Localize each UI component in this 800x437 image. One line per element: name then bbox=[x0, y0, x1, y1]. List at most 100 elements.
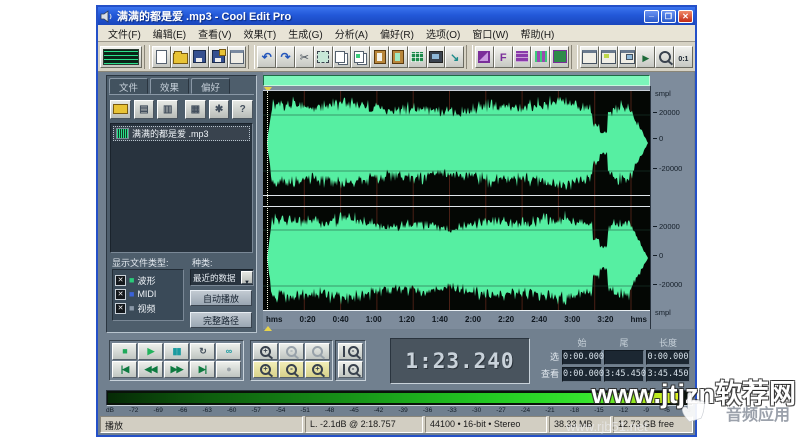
amplitude-ruler[interactable]: smpl 20000 0 -20000 20000 0 -20000 smpl bbox=[650, 86, 694, 329]
record-button[interactable]: ● bbox=[216, 361, 241, 378]
open-file-button[interactable] bbox=[171, 45, 191, 68]
zoom-to-selection-left-button[interactable]: - bbox=[338, 343, 363, 360]
time-window-button[interactable] bbox=[674, 45, 693, 68]
full-paths-button[interactable]: 完整路径 bbox=[190, 312, 252, 328]
time-ruler[interactable]: hms 0:20 0:40 1:00 1:20 1:40 2:00 2:20 2:40 3:00 3… bbox=[263, 310, 650, 327]
zoom-out-horizontal-button[interactable]: - bbox=[279, 361, 304, 378]
cut-button[interactable] bbox=[294, 45, 314, 68]
zoom-vertical-button[interactable]: + bbox=[305, 361, 330, 378]
file-type-label: 波形 bbox=[137, 275, 156, 286]
info-window-button[interactable] bbox=[617, 45, 637, 68]
stop-button[interactable]: ■ bbox=[112, 343, 137, 360]
save-file-button[interactable] bbox=[190, 45, 209, 68]
effects-rack-button[interactable] bbox=[475, 45, 494, 68]
save-icon bbox=[192, 50, 206, 63]
menu-item[interactable]: 文件(F) bbox=[102, 26, 147, 41]
amp-unit-top: smpl bbox=[655, 89, 671, 98]
cd-player-window-button[interactable] bbox=[580, 45, 599, 68]
menu-item[interactable]: 偏好(R) bbox=[374, 26, 420, 41]
organizer-tabs: 文件 效果 偏好 bbox=[109, 78, 254, 95]
insert-into-multitrack[interactable]: ▥ bbox=[157, 99, 179, 119]
time-display[interactable]: 1:23.240 bbox=[390, 338, 530, 384]
trim-button[interactable] bbox=[313, 45, 333, 68]
envelope-effect-button[interactable] bbox=[512, 45, 532, 68]
menu-item[interactable]: 效果(T) bbox=[237, 26, 282, 41]
amp-label: -20000 bbox=[655, 280, 682, 289]
sort-dropdown-arrow[interactable] bbox=[241, 271, 253, 284]
file-type-label: MIDI bbox=[137, 289, 157, 299]
time-ruler-label: 1:00 bbox=[365, 314, 382, 324]
sel-end-field[interactable] bbox=[604, 350, 644, 365]
normalize-button[interactable] bbox=[445, 45, 465, 68]
redo-button[interactable] bbox=[276, 45, 295, 68]
open-file[interactable] bbox=[110, 99, 131, 119]
sel-length-field[interactable]: 0:00.000 bbox=[646, 350, 690, 365]
mix-paste-button[interactable] bbox=[388, 45, 408, 68]
menu-item[interactable]: 编辑(E) bbox=[147, 26, 192, 41]
organizer-tab[interactable]: 效果 bbox=[150, 78, 190, 94]
rewind-button[interactable]: ◀◀ bbox=[138, 361, 163, 378]
menu-item[interactable]: 分析(A) bbox=[329, 26, 374, 41]
paste-button[interactable] bbox=[370, 45, 389, 68]
file-list-item[interactable]: 满满的都是爱 .mp3 bbox=[113, 126, 250, 141]
waveform-multitrack-toggle-button[interactable] bbox=[100, 45, 142, 68]
sel-begin-field[interactable]: 0:00.000 bbox=[562, 350, 604, 365]
zoom-full-button[interactable] bbox=[305, 343, 330, 360]
zoom-in-button[interactable]: + bbox=[253, 343, 278, 360]
playback-cursor[interactable] bbox=[267, 91, 268, 311]
file-options[interactable]: ✱ bbox=[208, 99, 230, 119]
organizer-tab[interactable]: 文件 bbox=[109, 78, 149, 94]
time-ruler-label: 2:40 bbox=[531, 314, 548, 324]
go-to-end-button[interactable]: ▶| bbox=[190, 361, 215, 378]
waveform-display[interactable] bbox=[263, 90, 650, 311]
speaker-app-icon bbox=[100, 9, 114, 23]
go-to-start-button[interactable]: |◀ bbox=[112, 361, 137, 378]
undo-button[interactable] bbox=[257, 45, 277, 68]
help[interactable]: ? bbox=[232, 99, 254, 119]
file-list[interactable]: 满满的都是爱 .mp3 bbox=[110, 123, 253, 253]
noise-reduction-button[interactable] bbox=[531, 45, 551, 68]
window-title: 满满的都是爱 .mp3 - Cool Edit Pro bbox=[117, 11, 292, 23]
copy-button[interactable] bbox=[332, 45, 352, 68]
mixer-window-button[interactable] bbox=[598, 45, 618, 68]
menu-item[interactable]: 帮助(H) bbox=[515, 26, 561, 41]
fast-forward-button[interactable]: ▶▶ bbox=[164, 361, 189, 378]
sort-dropdown[interactable]: 最近的数据 bbox=[190, 269, 254, 286]
menu-item[interactable]: 生成(G) bbox=[282, 26, 328, 41]
batch-process-button[interactable] bbox=[426, 45, 446, 68]
fft-filter-button[interactable] bbox=[493, 45, 513, 68]
convert-sample-type-button[interactable] bbox=[407, 45, 427, 68]
minimize-button[interactable] bbox=[644, 9, 659, 23]
play-window-button[interactable] bbox=[636, 45, 656, 68]
zoom-to-selection-right-button[interactable]: - bbox=[338, 361, 363, 378]
menu-item[interactable]: 选项(O) bbox=[420, 26, 466, 41]
file-type-checkbox[interactable]: ✕ bbox=[115, 288, 126, 300]
zoom-in-horizontal-button[interactable]: + bbox=[253, 361, 278, 378]
fx3-icon bbox=[516, 51, 529, 62]
file-type-checkbox[interactable]: ✕ bbox=[115, 274, 126, 286]
close-file[interactable]: ▤ bbox=[133, 99, 155, 119]
play-button[interactable]: ▶ bbox=[138, 343, 163, 360]
zoom-out-button[interactable]: - bbox=[279, 343, 304, 360]
menu-item[interactable]: 窗口(W) bbox=[466, 26, 514, 41]
play-looped-button[interactable]: ↻ bbox=[190, 343, 215, 360]
loop-button[interactable]: ∞ bbox=[216, 343, 241, 360]
overview-bar[interactable] bbox=[263, 75, 650, 86]
organizer-tab[interactable]: 偏好 bbox=[191, 78, 231, 94]
new-file-button[interactable] bbox=[152, 45, 172, 68]
show-file-types-label: 显示文件类型: bbox=[112, 258, 169, 268]
copy-to-new-button[interactable] bbox=[351, 45, 371, 68]
transport-glyph-icon: ▶| bbox=[198, 364, 208, 374]
sort-files[interactable]: ▦ bbox=[185, 99, 206, 119]
auto-play-button[interactable]: 自动播放 bbox=[190, 290, 252, 306]
maximize-button[interactable] bbox=[661, 9, 676, 23]
amplify-effect-button[interactable] bbox=[550, 45, 570, 68]
pause-button[interactable]: ▮▮ bbox=[164, 343, 189, 360]
close-button[interactable] bbox=[678, 9, 693, 23]
save-as-button[interactable] bbox=[208, 45, 228, 68]
file-type-checkbox[interactable]: ✕ bbox=[115, 302, 126, 314]
file-info-button[interactable] bbox=[227, 45, 247, 68]
find-window-button[interactable] bbox=[655, 45, 674, 68]
file-type-icon: ■ bbox=[129, 288, 135, 299]
menu-item[interactable]: 查看(V) bbox=[192, 26, 237, 41]
